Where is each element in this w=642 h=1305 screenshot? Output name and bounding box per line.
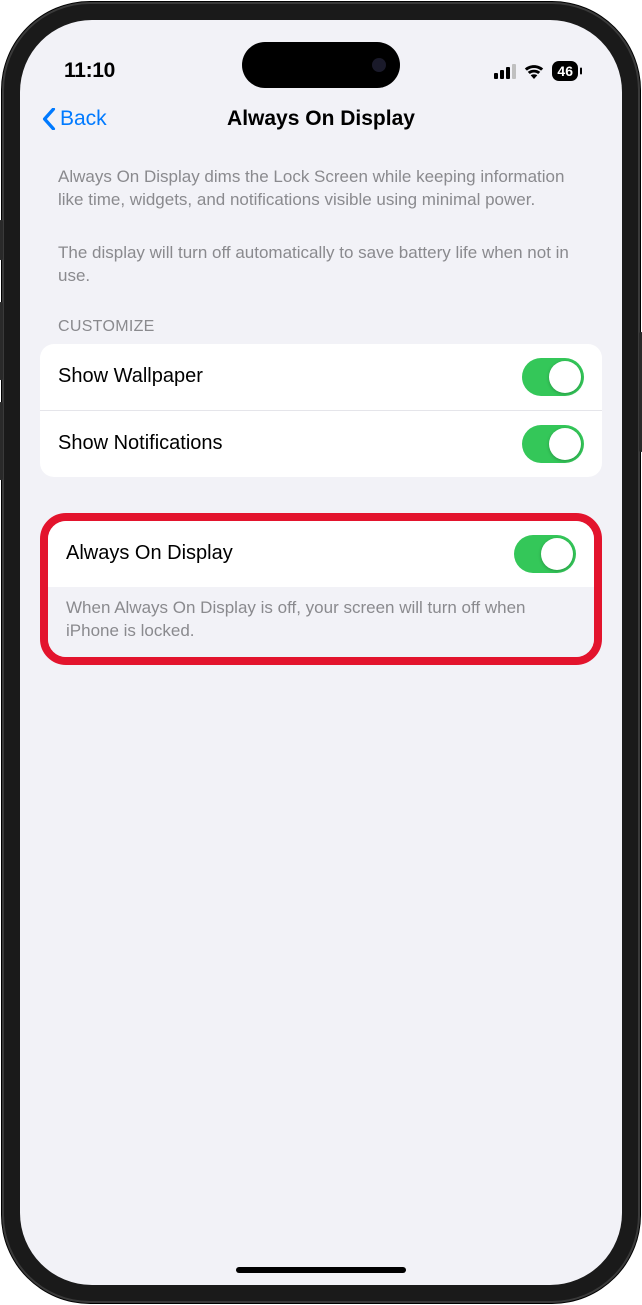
status-time: 11:10 xyxy=(64,59,115,83)
navigation-bar: Back Always On Display xyxy=(20,92,622,146)
always-on-display-toggle[interactable] xyxy=(514,535,576,573)
always-on-display-row[interactable]: Always On Display xyxy=(48,521,594,587)
show-notifications-row[interactable]: Show Notifications xyxy=(40,410,602,477)
customize-list: Show Wallpaper Show Notifications xyxy=(40,344,602,477)
back-label: Back xyxy=(60,107,107,131)
chevron-left-icon xyxy=(42,108,56,130)
wifi-icon xyxy=(524,64,544,79)
show-notifications-label: Show Notifications xyxy=(58,432,223,455)
description-2: The display will turn off automatically … xyxy=(40,234,602,288)
highlight-annotation: Always On Display When Always On Display… xyxy=(40,513,602,665)
show-wallpaper-row[interactable]: Show Wallpaper xyxy=(40,344,602,410)
aod-list: Always On Display xyxy=(48,521,594,587)
aod-footnote: When Always On Display is off, your scre… xyxy=(48,587,594,657)
battery-icon: 46 xyxy=(552,61,578,81)
always-on-display-label: Always On Display xyxy=(66,542,233,565)
customize-header: CUSTOMIZE xyxy=(40,310,602,344)
home-indicator[interactable] xyxy=(236,1267,406,1273)
dynamic-island xyxy=(242,42,400,88)
show-wallpaper-toggle[interactable] xyxy=(522,358,584,396)
show-wallpaper-label: Show Wallpaper xyxy=(58,365,203,388)
show-notifications-toggle[interactable] xyxy=(522,425,584,463)
cellular-icon xyxy=(494,64,516,79)
description-1: Always On Display dims the Lock Screen w… xyxy=(40,158,602,212)
back-button[interactable]: Back xyxy=(42,107,107,131)
page-title: Always On Display xyxy=(227,107,415,131)
